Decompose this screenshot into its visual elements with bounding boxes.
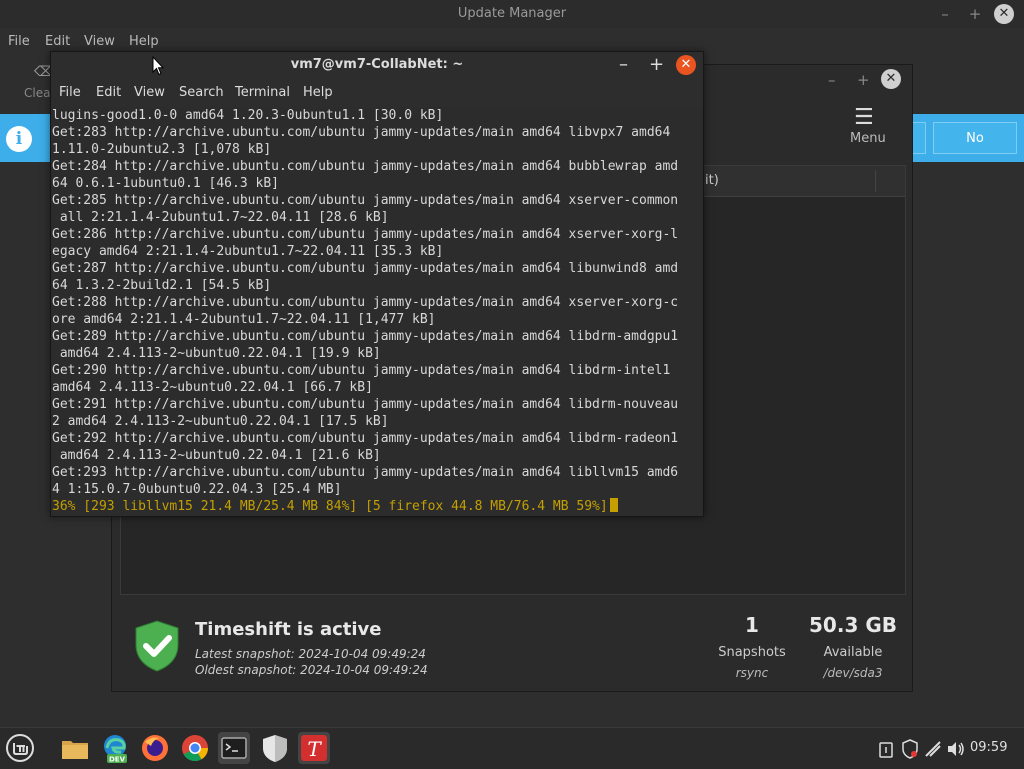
update-manager-titlebar: Update Manager – + ✕ [0, 0, 1024, 28]
ts-menu-label[interactable]: Menu [850, 131, 886, 146]
um-menu-help[interactable]: Help [129, 34, 159, 49]
clipboard-icon[interactable] [877, 740, 895, 758]
term-maximize-button[interactable]: + [649, 54, 664, 75]
mint-menu-icon[interactable] [4, 732, 36, 764]
mouse-pointer-icon [152, 56, 164, 76]
term-menu-edit[interactable]: Edit [96, 85, 121, 100]
svg-text:T: T [307, 737, 322, 761]
terminal-line: Get:283 http://archive.ubuntu.com/ubuntu… [52, 125, 671, 140]
shield-app-icon[interactable] [259, 732, 291, 764]
network-icon[interactable] [924, 740, 942, 758]
download-progress-text: 36% [293 libllvm15 21.4 MB/25.4 MB 84%] … [52, 499, 608, 514]
clock[interactable]: 09:59 [970, 740, 1007, 755]
terminal-output[interactable]: lugins-good1.0-0 amd64 1.20.3-0ubuntu1.1… [51, 107, 703, 516]
terminal-line: 64 0.6.1-1ubuntu0.1 [46.3 kB] [52, 176, 279, 191]
clear-button[interactable]: Clea [24, 86, 50, 100]
available-stat: 50.3 GB Available /dev/sda3 [798, 613, 908, 680]
terminal-line: 4 1:15.0.7-0ubuntu0.22.04.3 [25.4 MB] [52, 482, 342, 497]
terminal-line: 1.11.0-2ubuntu2.3 [1,078 kB] [52, 142, 272, 157]
terminal-lines: lugins-good1.0-0 amd64 1.20.3-0ubuntu1.1… [52, 107, 678, 515]
terminal-cursor [609, 498, 618, 512]
download-progress-line: 36% [293 libllvm15 21.4 MB/25.4 MB 84%] … [52, 498, 678, 515]
edge-dev-badge: DEV [109, 756, 126, 764]
status-title: Timeshift is active [195, 619, 382, 640]
terminal-line: 64 1.3.2-2build2.1 [54.5 kB] [52, 278, 272, 293]
ts-maximize-button[interactable]: + [857, 71, 870, 89]
available-label: Available [823, 645, 883, 660]
terminal-line: Get:290 http://archive.ubuntu.com/ubuntu… [52, 363, 671, 378]
terminal-line: Get:284 http://archive.ubuntu.com/ubuntu… [52, 159, 679, 174]
terminal-menubar: File Edit View Search Terminal Help [51, 79, 703, 107]
terminal-window: vm7@vm7-CollabNet: ~ – + ✕ File Edit Vie… [50, 51, 704, 517]
firefox-icon[interactable] [139, 732, 171, 764]
terminal-titlebar[interactable]: vm7@vm7-CollabNet: ~ – + ✕ [51, 52, 703, 79]
files-icon[interactable] [59, 732, 91, 764]
snapshots-type: rsync [735, 666, 769, 680]
update-manager-title: Update Manager [457, 6, 567, 21]
terminal-line: Get:285 http://archive.ubuntu.com/ubuntu… [52, 193, 679, 208]
term-menu-help[interactable]: Help [303, 85, 333, 100]
terminal-line: lugins-good1.0-0 amd64 1.20.3-0ubuntu1.1… [52, 108, 444, 123]
um-maximize-button[interactable]: + [966, 5, 984, 23]
snapshots-label: Snapshots [718, 645, 786, 660]
term-menu-view[interactable]: View [134, 85, 165, 100]
shield-check-icon [135, 620, 179, 672]
terminal-line: 2 amd64 2.4.113-2~ubuntu0.22.04.1 [17.5 … [52, 414, 389, 429]
term-menu-search[interactable]: Search [179, 85, 224, 100]
term-menu-terminal[interactable]: Terminal [235, 85, 290, 100]
snapshots-stat: 1 Snapshots rsync [697, 613, 807, 680]
term-close-button[interactable]: ✕ [676, 55, 696, 75]
um-menu-view[interactable]: View [84, 34, 115, 49]
terminal-line: Get:292 http://archive.ubuntu.com/ubuntu… [52, 431, 679, 446]
shield-tray-icon[interactable] [901, 739, 919, 759]
volume-icon[interactable] [946, 740, 966, 758]
oldest-snapshot: Oldest snapshot: 2024-10-04 09:49:24 [195, 663, 428, 677]
um-close-button[interactable]: ✕ [994, 4, 1014, 24]
snapshots-count: 1 [745, 613, 759, 637]
available-size: 50.3 GB [809, 613, 897, 637]
um-menu-file[interactable]: File [8, 34, 30, 49]
terminal-line: Get:288 http://archive.ubuntu.com/ubuntu… [52, 295, 679, 310]
terminal-icon [221, 737, 247, 759]
term-minimize-button[interactable]: – [619, 54, 628, 75]
term-menu-file[interactable]: File [59, 85, 81, 100]
edge-dev-icon[interactable]: DEV [99, 732, 131, 764]
ts-minimize-button[interactable]: – [828, 71, 836, 89]
chrome-icon[interactable] [179, 732, 211, 764]
latest-snapshot: Latest snapshot: 2024-10-04 09:49:24 [195, 647, 426, 661]
typora-taskbar-button[interactable]: T [298, 732, 330, 764]
column-header[interactable]: it) [705, 173, 719, 188]
terminal-line: Get:289 http://archive.ubuntu.com/ubuntu… [52, 329, 679, 344]
column-divider [875, 170, 876, 192]
terminal-line: egacy amd64 2:21.1.4-2ubuntu1.7~22.04.11… [52, 244, 444, 259]
hamburger-menu-icon[interactable]: ☰ [854, 105, 874, 130]
taskbar: DEV T 09:59 [0, 727, 1024, 769]
terminal-line: Get:287 http://archive.ubuntu.com/ubuntu… [52, 261, 679, 276]
um-minimize-button[interactable]: – [936, 5, 954, 23]
terminal-line: amd64 2.4.113-2~ubuntu0.22.04.1 [66.7 kB… [52, 380, 373, 395]
ts-close-button[interactable]: ✕ [881, 69, 901, 89]
timeshift-status-panel: Timeshift is active Latest snapshot: 202… [112, 599, 912, 691]
available-device: /dev/sda3 [823, 666, 883, 680]
info-icon: i [6, 126, 32, 152]
terminal-title: vm7@vm7-CollabNet: ~ [290, 57, 464, 72]
terminal-line: ore amd64 2:21.1.4-2ubuntu1.7~22.04.11 [… [52, 312, 436, 327]
terminal-line: Get:286 http://archive.ubuntu.com/ubuntu… [52, 227, 679, 242]
terminal-line: amd64 2.4.113-2~ubuntu0.22.04.1 [21.6 kB… [52, 448, 381, 463]
terminal-taskbar-button[interactable] [218, 732, 250, 764]
info-no-button[interactable]: No [933, 122, 1017, 154]
typora-icon: T [301, 735, 327, 761]
terminal-line: Get:291 http://archive.ubuntu.com/ubuntu… [52, 397, 679, 412]
terminal-line: all 2:21.1.4-2ubuntu1.7~22.04.11 [28.6 k… [52, 210, 389, 225]
terminal-line: Get:293 http://archive.ubuntu.com/ubuntu… [52, 465, 679, 480]
terminal-line: amd64 2.4.113-2~ubuntu0.22.04.1 [19.9 kB… [52, 346, 381, 361]
um-menu-edit[interactable]: Edit [45, 34, 70, 49]
